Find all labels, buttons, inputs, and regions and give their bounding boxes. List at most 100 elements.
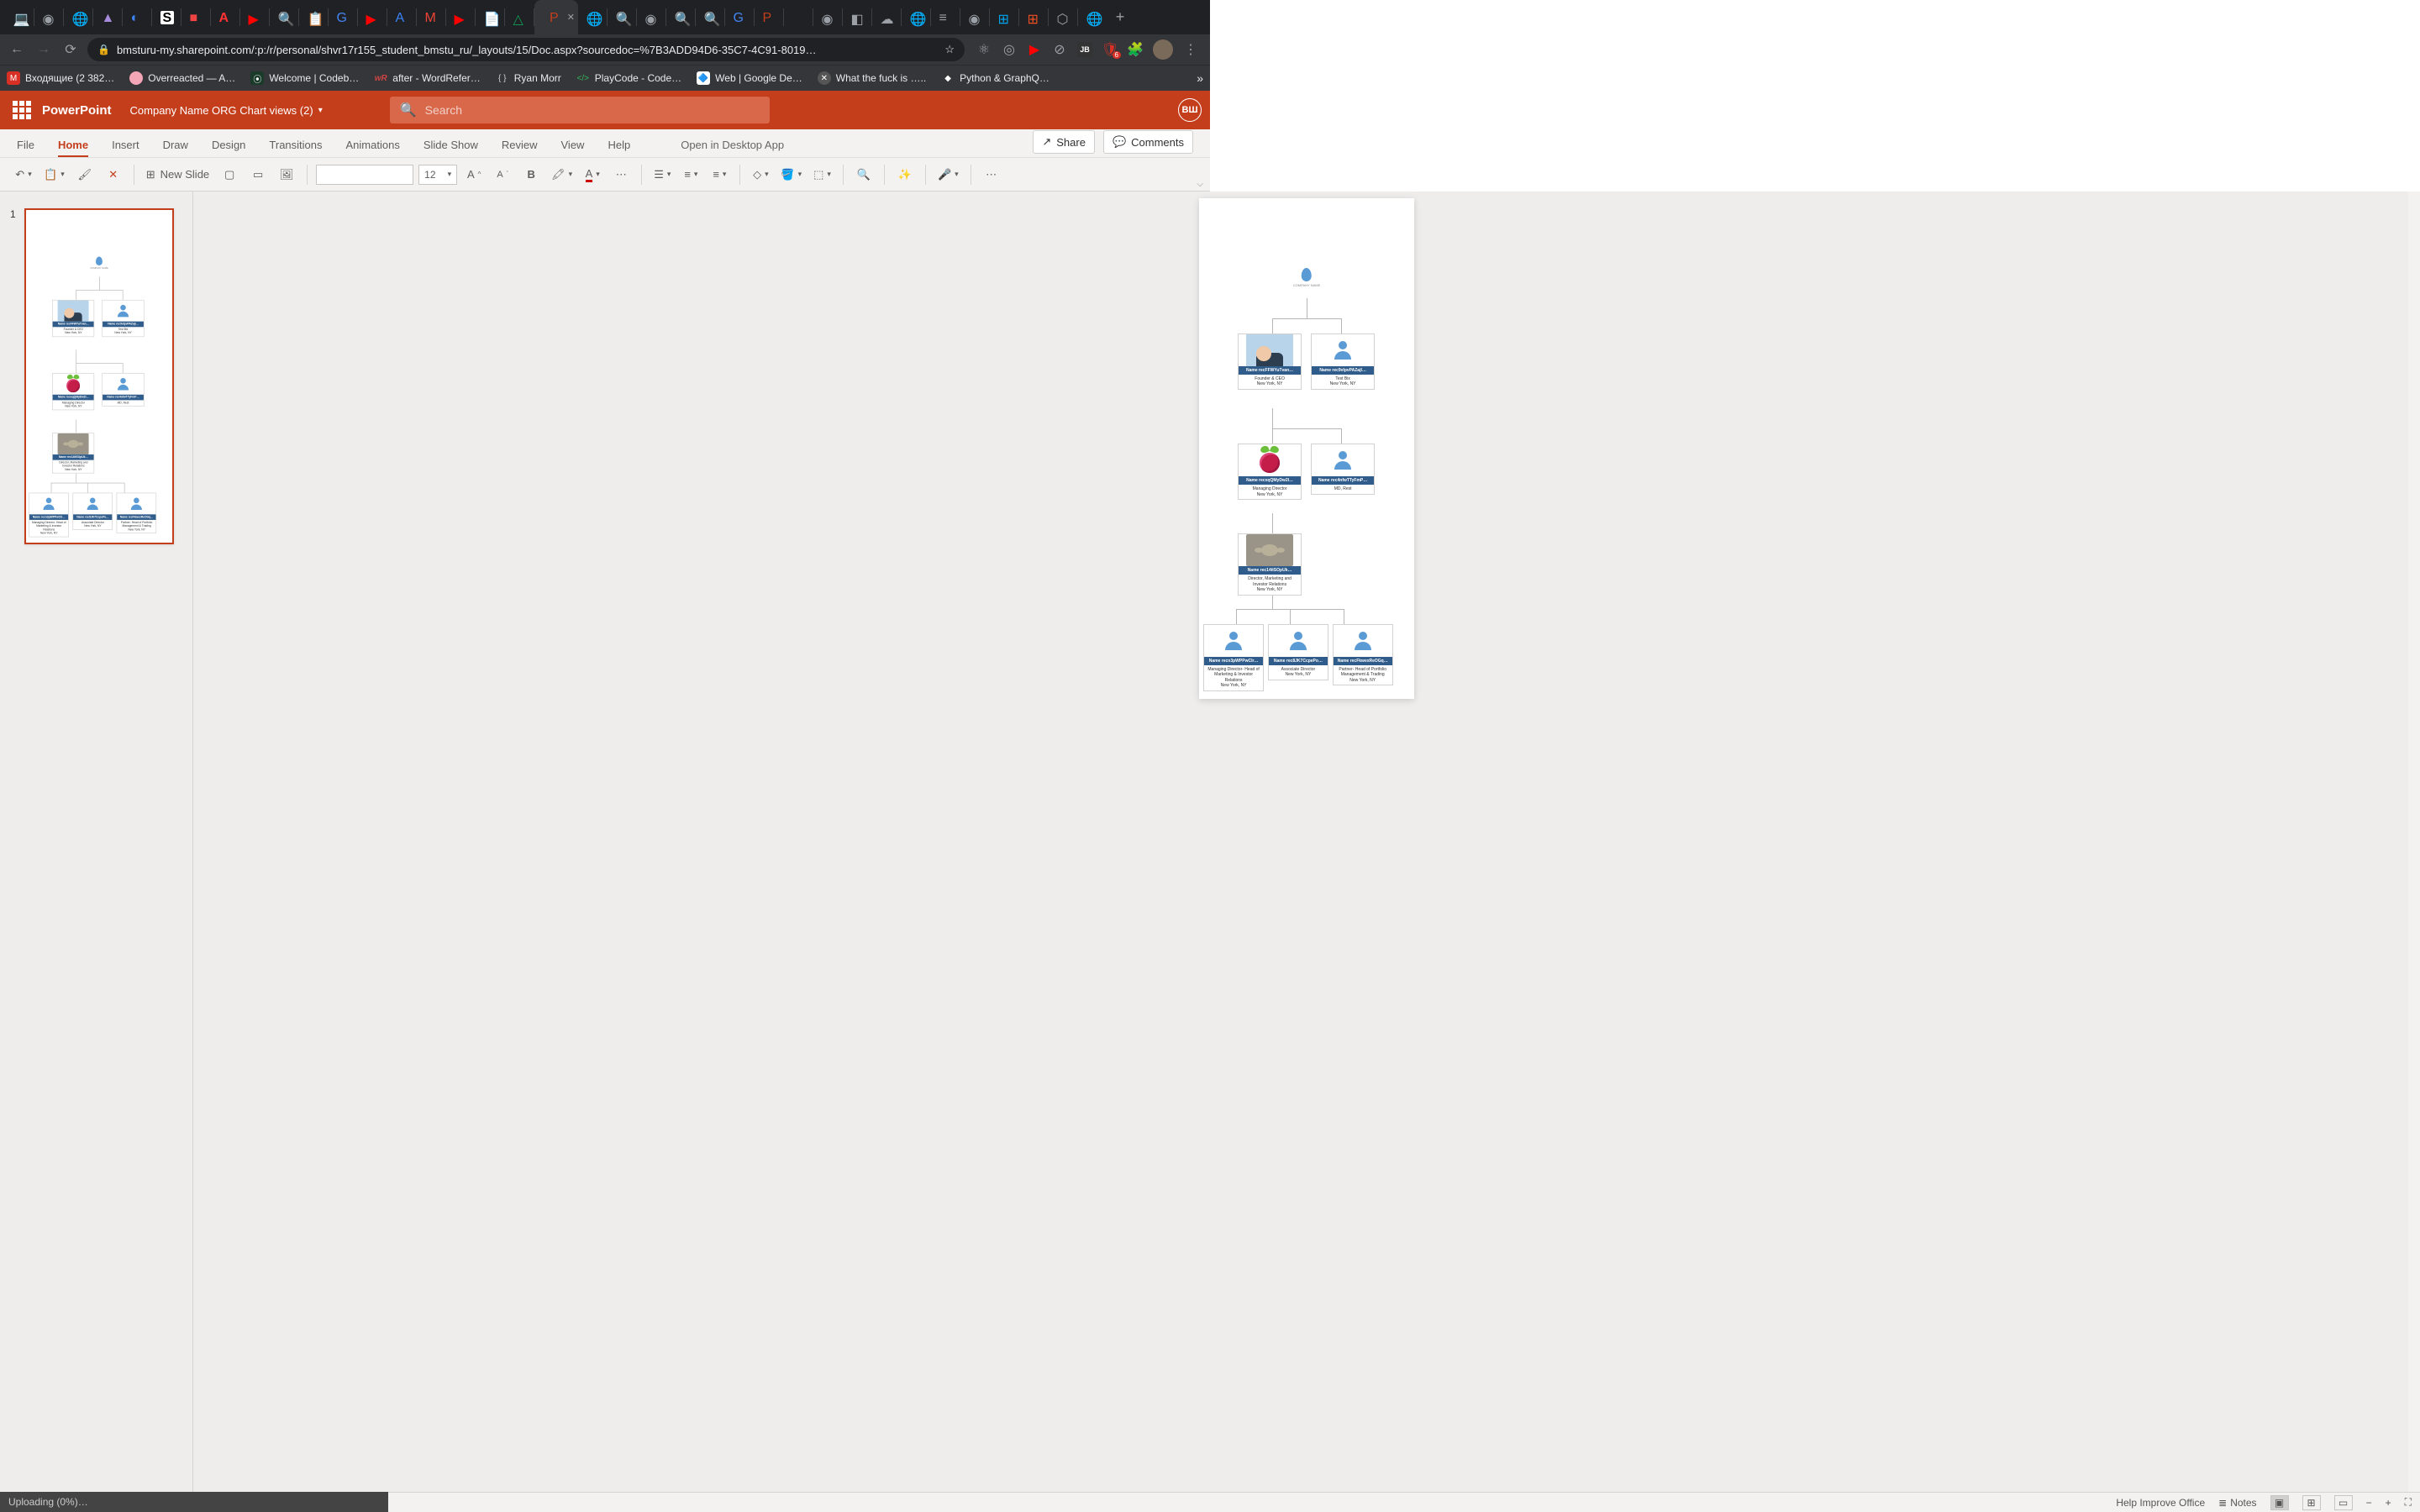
bookmark[interactable]: ◆Python & GraphQ… — [941, 71, 1050, 85]
highlight-button[interactable]: 🖍▾ — [548, 163, 576, 186]
browser-tab[interactable]: ▶ — [358, 0, 387, 34]
shrink-font-button[interactable]: Aˇ — [491, 163, 514, 186]
bookmark[interactable]: ✕What the fuck is ….. — [818, 71, 926, 85]
undo-button[interactable]: ↶▾ — [12, 163, 35, 186]
ext-icon[interactable]: 🛡6 — [1102, 42, 1118, 57]
browser-tab[interactable]: ◉ — [960, 0, 990, 34]
numbering-button[interactable]: ≡▾ — [679, 163, 702, 186]
tab-design[interactable]: Design — [212, 139, 245, 157]
address-bar[interactable]: 🔒 bmsturu-my.sharepoint.com/:p:/r/person… — [87, 38, 965, 61]
open-desktop-link[interactable]: Open in Desktop App — [681, 139, 784, 157]
tab-home[interactable]: Home — [58, 139, 88, 157]
profile-avatar[interactable] — [1153, 39, 1173, 60]
browser-tab[interactable]: ◉ — [637, 0, 666, 34]
bookmark[interactable]: </>PlayCode - Code… — [576, 71, 681, 85]
browser-tab[interactable]: 🌐 — [64, 0, 93, 34]
browser-tab[interactable]: A — [211, 0, 240, 34]
browser-tab[interactable]: ■ — [182, 0, 211, 34]
ext-icon[interactable]: JB — [1077, 42, 1092, 57]
font-family-select[interactable] — [316, 165, 413, 185]
zoom-in-button[interactable]: + — [2386, 1497, 2391, 1509]
reading-view-button[interactable]: ▭ — [2334, 1495, 2353, 1510]
share-button[interactable]: ↗Share — [1033, 130, 1095, 154]
browser-tab[interactable]: ☁ — [872, 0, 902, 34]
browser-tab[interactable]: 💻 — [5, 0, 34, 34]
browser-tab[interactable]: S — [152, 0, 182, 34]
slide-thumbnail[interactable]: COMPANY NAME Name recFFWYuTvan… Founder … — [24, 208, 174, 544]
collapse-ribbon-icon[interactable]: ⌵ — [1197, 180, 1203, 189]
slide-canvas[interactable]: COMPANY NAME Name recFFWYuTvan… Founder … — [1199, 198, 1414, 699]
ext-icon[interactable]: ▶ — [1027, 42, 1042, 57]
paste-button[interactable]: 📋▾ — [40, 163, 68, 186]
search-input[interactable] — [425, 103, 760, 117]
shape-fill-button[interactable]: 🪣▾ — [777, 163, 805, 186]
shapes-button[interactable]: ◇▾ — [749, 163, 772, 186]
find-button[interactable]: 🔍 — [852, 163, 876, 186]
ext-icon[interactable]: ⚛ — [976, 42, 992, 57]
photo-button[interactable]: 🖼 — [275, 163, 298, 186]
designer-button[interactable]: ✨ — [893, 163, 917, 186]
browser-tab[interactable]: ◉ — [34, 0, 64, 34]
browser-tab[interactable]: 📋 — [299, 0, 329, 34]
tab-draw[interactable]: Draw — [163, 139, 188, 157]
bookmark[interactable]: wRafter - WordRefer… — [374, 71, 480, 85]
tab-insert[interactable]: Insert — [112, 139, 139, 157]
browser-tab[interactable]: ⊞ — [1019, 0, 1049, 34]
browser-tab[interactable]: ◐ — [123, 0, 152, 34]
star-icon[interactable]: ☆ — [944, 43, 955, 56]
tab-animations[interactable]: Animations — [346, 139, 400, 157]
vertical-scrollbar[interactable] — [2408, 192, 2420, 1492]
browser-tab[interactable]: 🔍 — [696, 0, 725, 34]
grow-font-button[interactable]: A^ — [462, 163, 486, 186]
notes-button[interactable]: ≣Notes — [2218, 1497, 2256, 1509]
tab-help[interactable]: Help — [608, 139, 630, 157]
tab-file[interactable]: File — [17, 139, 34, 157]
bookmarks-overflow-icon[interactable]: » — [1197, 71, 1203, 85]
bullets-button[interactable]: ☰▾ — [650, 163, 674, 186]
zoom-out-button[interactable]: − — [2366, 1497, 2372, 1509]
browser-tab[interactable]: 🌐 — [902, 0, 931, 34]
slide-canvas-area[interactable]: COMPANY NAME Name recFFWYuTvan… Founder … — [193, 192, 2420, 1492]
browser-tab[interactable]: G — [725, 0, 755, 34]
browser-tab[interactable]: M — [417, 0, 446, 34]
tab-review[interactable]: Review — [502, 139, 538, 157]
slide-button[interactable]: ▭ — [246, 163, 270, 186]
browser-tab[interactable]: 🔍 — [270, 0, 299, 34]
search-box[interactable]: 🔍 — [390, 97, 770, 123]
browser-menu-icon[interactable]: ⋮ — [1183, 42, 1198, 57]
font-size-select[interactable]: 12▾ — [418, 165, 457, 185]
browser-tab[interactable]: ≡ — [931, 0, 960, 34]
document-title[interactable]: Company Name ORG Chart views (2)▾ — [130, 104, 323, 117]
bookmark[interactable]: MВходящие (2 382… — [7, 71, 114, 85]
browser-tab[interactable]: 🌐 — [578, 0, 608, 34]
comments-button[interactable]: 💬Comments — [1103, 130, 1193, 154]
normal-view-button[interactable]: ▣ — [2270, 1495, 2289, 1510]
arrange-button[interactable]: ⬚▾ — [810, 163, 834, 186]
bold-button[interactable]: B — [519, 163, 543, 186]
browser-tab[interactable]: ⊞ — [990, 0, 1019, 34]
new-slide-button[interactable]: ⊞New Slide — [143, 163, 213, 186]
browser-tab[interactable]: ⬡ — [1049, 0, 1078, 34]
layout-button[interactable]: ▢ — [218, 163, 241, 186]
align-button[interactable]: ≡▾ — [708, 163, 731, 186]
browser-tab-active[interactable]: P✕ — [534, 0, 578, 34]
browser-tab[interactable]: 🔍 — [608, 0, 637, 34]
bookmark[interactable]: 🔷Web | Google De… — [697, 71, 802, 85]
more-commands-icon[interactable]: ⋯ — [980, 163, 1003, 186]
sorter-view-button[interactable]: ⊞ — [2302, 1495, 2321, 1510]
bookmark[interactable]: Overreacted — A… — [129, 71, 235, 85]
help-improve-link[interactable]: Help Improve Office — [2116, 1497, 2205, 1509]
user-avatar[interactable]: ВШ — [1178, 98, 1202, 122]
forward-button[interactable]: → — [34, 39, 54, 60]
browser-tab[interactable]: ◧ — [843, 0, 872, 34]
browser-tab[interactable]: 📄 — [476, 0, 505, 34]
browser-tab[interactable] — [784, 0, 813, 34]
browser-tab[interactable]: ▶ — [240, 0, 270, 34]
tab-slideshow[interactable]: Slide Show — [424, 139, 478, 157]
delete-button[interactable]: ✕ — [102, 163, 125, 186]
browser-tab[interactable]: A — [387, 0, 417, 34]
back-button[interactable]: ← — [7, 39, 27, 60]
browser-tab[interactable]: 🔍 — [666, 0, 696, 34]
browser-tab[interactable]: ▶ — [446, 0, 476, 34]
browser-tab[interactable]: ▲ — [93, 0, 123, 34]
